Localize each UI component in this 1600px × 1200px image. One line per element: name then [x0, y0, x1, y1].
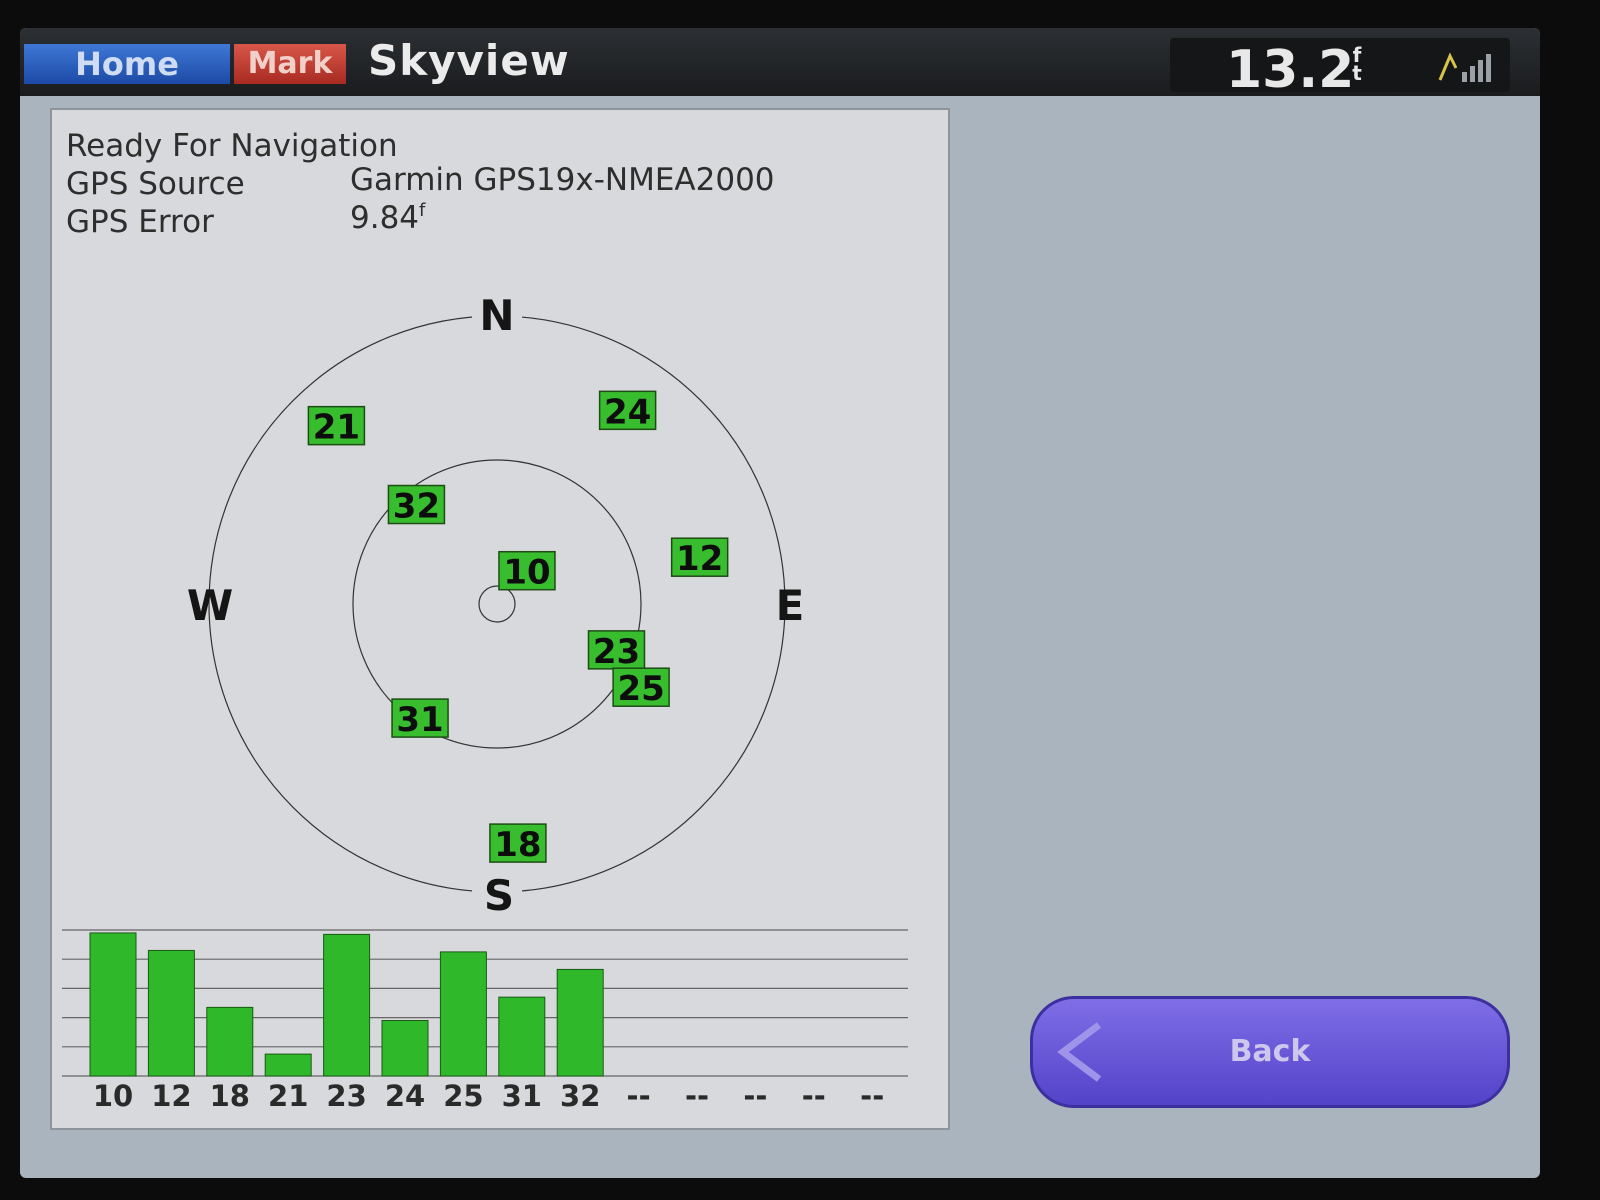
gps-signal-bars-icon [1438, 52, 1491, 82]
signal-bar [381, 1020, 429, 1077]
bar-category-label: -- [860, 1079, 884, 1113]
satellite-marker: 32 [387, 484, 446, 527]
depth-unit-bottom: t [1352, 61, 1362, 85]
bar-category-label: 10 [93, 1079, 133, 1113]
depth-value: 13.2 [1226, 40, 1355, 100]
top-bar: Home Mark Skyview 13.2 f t [20, 28, 1540, 100]
satellite-id-label: 25 [617, 669, 664, 709]
bar-category-label: -- [802, 1079, 826, 1113]
compass-north: N [479, 291, 514, 340]
device-screen: Home Mark Skyview 13.2 f t Ready For Nav… [20, 28, 1540, 1178]
home-button[interactable]: Home [24, 44, 230, 84]
satellite-marker: 10 [498, 550, 556, 593]
sky-plot: N E S W 21 243210 1223253118 10 12 18 21 23 24 2… [62, 291, 908, 1113]
satellite-marker: 31 [391, 698, 449, 740]
chevron-left-icon [1057, 1022, 1102, 1082]
signal-bar [439, 951, 487, 1077]
depth-unit: f t [1350, 45, 1364, 85]
depth-readout: 13.2 f t [1170, 38, 1510, 100]
bar-category-label: -- [627, 1079, 651, 1113]
signal-bar [323, 933, 371, 1077]
satellite-id-label: 31 [396, 700, 443, 740]
satellite-id-label: 23 [593, 632, 640, 672]
compass-west: W [187, 581, 233, 630]
back-button[interactable]: Back [1030, 996, 1510, 1108]
mark-button[interactable]: Mark [234, 44, 346, 84]
satellite-marker: 12 [670, 537, 729, 579]
bar-category-label: 25 [443, 1079, 483, 1113]
satellite-id-label: 18 [494, 825, 541, 865]
satellite-id-label: 10 [503, 553, 550, 593]
signal-bar [556, 968, 604, 1077]
compass-south: S [484, 871, 514, 920]
bar-category-label: 24 [385, 1079, 425, 1113]
satellite-marker: 24 [598, 390, 657, 432]
signal-bar [206, 1006, 254, 1077]
compass-east: E [776, 581, 805, 630]
bar-category-label: 32 [560, 1079, 600, 1113]
signal-bar [89, 932, 137, 1077]
satellite-markers: 21 24 32 10 12 2325 31 18 [307, 390, 729, 865]
satellite-marker: 25 [612, 667, 670, 709]
bar-category-label: 31 [502, 1079, 542, 1113]
bar-category-label: 21 [268, 1079, 308, 1113]
signal-bar [147, 949, 195, 1077]
horizon-ring [208, 315, 786, 893]
signal-bar [498, 996, 546, 1077]
satellite-marker: 21 [307, 405, 366, 448]
signal-strength-chart: 10 12 18 21 23 24 25 31 32 -- -- -- -- -- [62, 929, 908, 1113]
page-title: Skyview [368, 36, 570, 85]
satellite-id-label: 21 [313, 408, 360, 448]
satellite-id-label: 24 [604, 392, 651, 432]
back-button-label: Back [1229, 1034, 1311, 1069]
satellite-marker: 23 [587, 630, 646, 672]
satellite-id-label: 12 [676, 539, 723, 579]
satellite-id-label: 32 [393, 487, 440, 527]
bar-category-label: -- [685, 1079, 709, 1113]
satellite-marker: 18 [489, 823, 547, 865]
bar-category-label: 18 [210, 1079, 250, 1113]
bar-category-label: 23 [326, 1079, 366, 1113]
signal-bar [264, 1053, 312, 1077]
skyview-panel: Ready For Navigation GPS Source Garmin G… [50, 108, 950, 1130]
bar-category-label: 12 [151, 1079, 191, 1113]
bar-category-label: -- [743, 1079, 767, 1113]
